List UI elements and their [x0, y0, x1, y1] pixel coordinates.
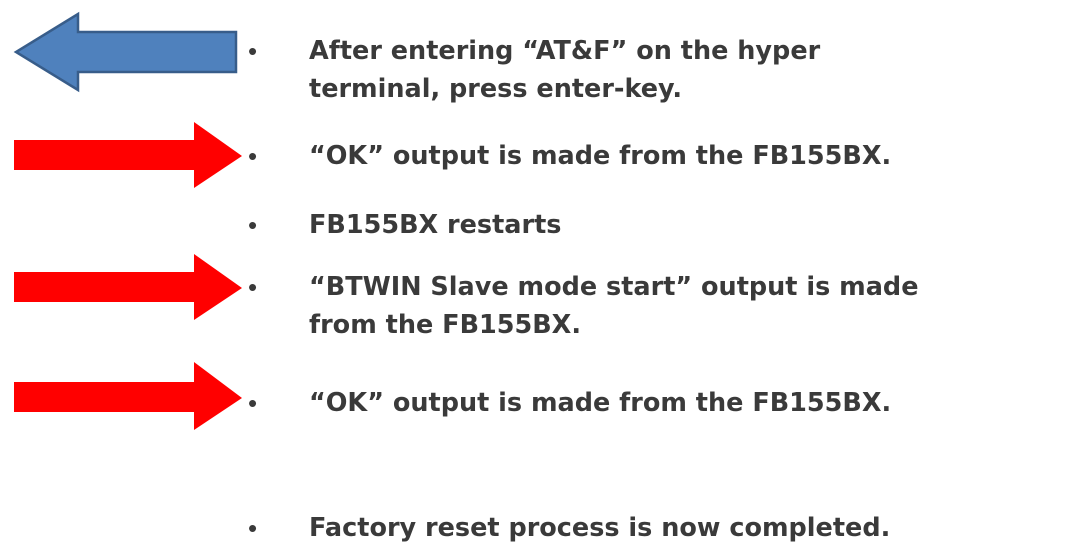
bullet-marker: • — [248, 210, 258, 240]
right-arrow-icon — [14, 122, 242, 188]
bullet-marker: • — [248, 513, 258, 543]
bullet-text: After entering “AT&F” on the hyper termi… — [309, 36, 821, 104]
bullet-text: Factory reset process is now completed. — [309, 513, 891, 543]
bullet-text: “OK” output is made from the FB155BX. — [309, 141, 892, 171]
bullet-item: • “BTWIN Slave mode start” output is mad… — [245, 268, 1085, 344]
right-arrow-icon — [14, 254, 242, 320]
bullet-item: • “OK” output is made from the FB155BX. — [245, 137, 1085, 175]
bullet-marker: • — [248, 388, 258, 418]
bullet-text: FB155BX restarts — [309, 210, 562, 240]
bullet-marker: • — [248, 141, 258, 171]
bullet-text: “OK” output is made from the FB155BX. — [309, 388, 892, 418]
bullet-item: • Factory reset process is now completed… — [245, 509, 1085, 547]
left-arrow-icon — [13, 11, 238, 93]
bullet-item: • “OK” output is made from the FB155BX. — [245, 384, 1085, 422]
bullet-marker: • — [248, 36, 258, 66]
bullet-item: • FB155BX restarts — [245, 206, 1085, 244]
bullet-text: “BTWIN Slave mode start” output is made … — [309, 272, 919, 340]
bullet-marker: • — [248, 272, 258, 302]
bullet-item: • After entering “AT&F” on the hyper ter… — [245, 32, 1085, 108]
slide: • After entering “AT&F” on the hyper ter… — [0, 0, 1091, 557]
right-arrow-icon — [14, 362, 242, 430]
